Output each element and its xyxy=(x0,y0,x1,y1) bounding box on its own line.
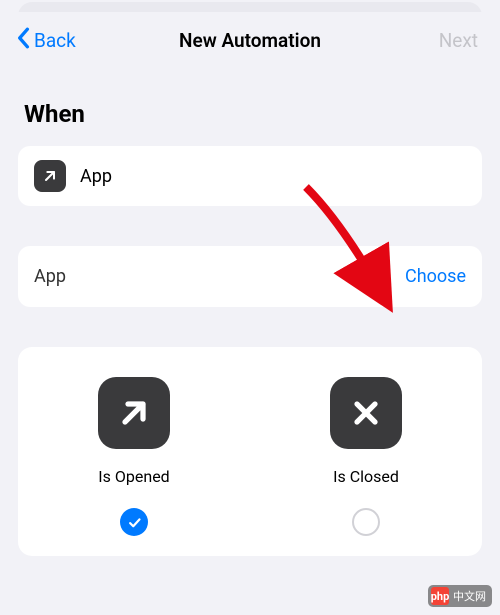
option-closed-label: Is Closed xyxy=(333,467,399,486)
page-title: New Automation xyxy=(96,29,404,52)
modal-sheet: Back New Automation Next When App App Ch… xyxy=(6,12,494,615)
section-title: When xyxy=(24,100,482,128)
arrow-up-right-icon xyxy=(98,377,170,449)
radio-closed[interactable] xyxy=(352,508,380,536)
back-label: Back xyxy=(34,29,76,52)
next-button[interactable]: Next xyxy=(404,29,484,52)
watermark: php 中文网 xyxy=(428,585,492,607)
content: When App App Choose xyxy=(6,68,494,556)
chevron-left-icon xyxy=(16,27,30,54)
option-is-closed[interactable]: Is Closed xyxy=(250,377,482,536)
trigger-card[interactable]: App xyxy=(18,146,482,206)
navigation-bar: Back New Automation Next xyxy=(6,12,494,68)
x-icon xyxy=(330,377,402,449)
radio-opened[interactable] xyxy=(120,508,148,536)
watermark-logo: php xyxy=(431,587,449,605)
back-button[interactable]: Back xyxy=(16,27,96,54)
option-opened-label: Is Opened xyxy=(98,467,169,486)
option-is-opened[interactable]: Is Opened xyxy=(18,377,250,536)
watermark-text: 中文网 xyxy=(453,588,486,604)
selector-label: App xyxy=(34,266,66,287)
trigger-label: App xyxy=(80,166,112,187)
options-card: Is Opened Is Closed xyxy=(18,347,482,556)
choose-button[interactable]: Choose xyxy=(405,266,466,287)
arrow-up-right-icon xyxy=(34,160,66,192)
app-selector-row[interactable]: App Choose xyxy=(18,246,482,307)
